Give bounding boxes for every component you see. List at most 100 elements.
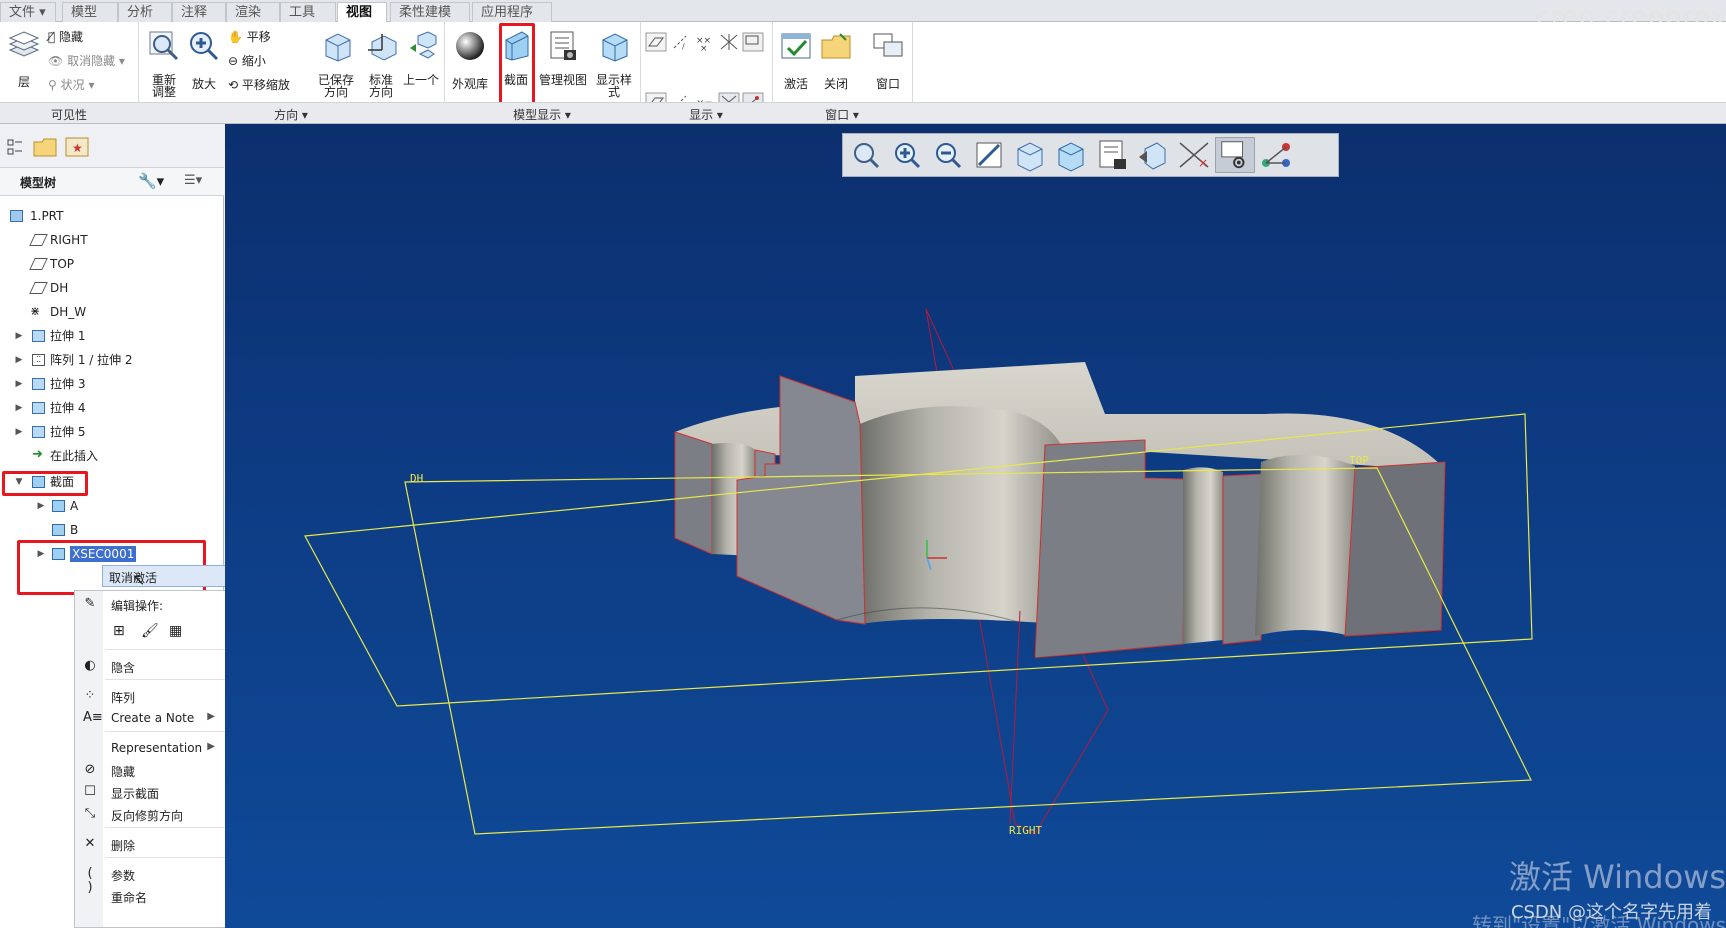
ribbon: 层 👁̸ 隐藏 👁 取消隐藏 ▾ ⚲ 状况 ▾ 重新 调整 放大 ✋ 平移 ⊖ … [0,22,1726,112]
menu-hide[interactable]: 隐藏 [111,763,135,780]
saved-orientation-button[interactable]: 已保存 方向 [314,28,358,99]
expand-arrow-icon[interactable]: ▶ [14,325,24,347]
activate-window-button[interactable]: 激活 [778,28,814,98]
appearance-sphere-icon [456,32,484,60]
csys-display-icon[interactable] [718,32,740,52]
tab-model[interactable]: 模型 [62,2,118,22]
layer-button[interactable]: 层 [4,28,44,98]
tree-row-top[interactable]: TOP [0,253,224,275]
tree-row-dh[interactable]: DH [0,277,224,299]
tab-flexible-modeling[interactable]: 柔性建模 [390,2,470,22]
expand-arrow-icon[interactable]: ▶ [14,421,24,443]
menu-suppress[interactable]: 隐含 [111,659,135,676]
model-tree-tab-icon[interactable] [6,138,24,156]
plane-display-icon[interactable] [645,32,667,52]
tree-row-extrude-4[interactable]: ▶ 拉伸 4 [0,397,224,419]
tree-row-insert-here[interactable]: ➜ 在此插入 [0,445,224,467]
tree-columns-icon[interactable]: ☰▾ [184,173,202,188]
menu-create-note[interactable]: Create a Note ▶ [111,711,221,725]
standard-orientation-button[interactable]: 标准 方向 [362,28,400,99]
annotation-display-icon[interactable] [1215,137,1255,173]
tree-row-section-a[interactable]: ▶ A [0,495,224,517]
refit-button[interactable]: 重新 调整 [144,28,184,99]
tab-render[interactable]: 渲染 [226,2,280,22]
graphics-viewport[interactable]: DH TOP RIGHT × 激活 Windows CSDN @这个名字先用着 … [225,124,1726,928]
previous-view-button[interactable]: 上一个 [402,28,440,98]
tab-view[interactable]: 视图 [337,2,387,23]
pan-hand-icon: ✋ [228,30,243,44]
tree-row-right[interactable]: RIGHT [0,229,224,251]
tree-row-extrude-3[interactable]: ▶ 拉伸 3 [0,373,224,395]
standard-orientation-icon [368,34,397,61]
deactivate-item-row[interactable]: 取消激活 [102,565,226,587]
refit-icon[interactable] [846,137,886,173]
folder-browser-tab-icon[interactable] [32,136,58,158]
tree-row-section-b[interactable]: B [0,519,224,541]
top-plane-label[interactable]: TOP [1349,454,1369,467]
display-style-icon[interactable] [1051,137,1091,173]
menu-pattern[interactable]: 阵列 [111,689,135,706]
tree-settings-icon[interactable]: 🔧▾ [138,172,164,190]
group-window[interactable]: 窗口 ▾ [772,106,912,123]
zoom-out-button[interactable]: ⊖ 缩小 [228,52,266,69]
annotation-display-icon[interactable] [742,32,764,52]
appearance-gallery-button[interactable]: 外观库 [448,28,492,98]
zoom-out-icon[interactable] [928,137,968,173]
hide-button[interactable]: 👁̸ 隐藏 [48,28,83,45]
zoom-in-icon[interactable] [887,137,927,173]
point-display-icon[interactable]: ××× [694,32,716,52]
group-visibility[interactable]: 可见性 [0,106,138,123]
spin-center-icon[interactable] [1256,137,1296,173]
perspective-view-icon[interactable] [1133,137,1173,173]
manage-views-button[interactable]: 管理视图 [536,28,590,98]
menu-delete[interactable]: 删除 [111,837,135,854]
expand-arrow-icon[interactable]: ▶ [14,349,24,371]
datum-display-icon[interactable]: × [1174,137,1214,173]
pan-zoom-button[interactable]: ⟲ 平移缩放 [228,76,290,93]
tab-applications[interactable]: 应用程序 [472,2,552,22]
group-model-display[interactable]: 模型显示 ▾ [444,106,640,123]
tree-row-dh-w[interactable]: ⋇ DH_W [0,301,224,323]
tab-annotate[interactable]: 注释 [172,2,226,22]
zoom-in-button[interactable]: 放大 [186,28,222,98]
unhide-button[interactable]: 👁 取消隐藏 ▾ [48,52,125,69]
expand-arrow-icon[interactable]: ▶ [36,495,46,517]
edit-definition-icon[interactable]: ⊞ [113,623,125,639]
note-icon: A≡ [83,710,103,725]
edit-hatch-icon[interactable]: ▦ [169,623,182,639]
view-manager-icon[interactable] [1092,137,1132,173]
datum-plane-icon [29,234,48,246]
repaint-icon[interactable] [969,137,1009,173]
axis-display-icon[interactable]: / [670,32,692,52]
menu-show-section[interactable]: 显示截面 [111,785,159,802]
edit-appearance-icon[interactable]: 🖌 [141,623,159,639]
close-window-button[interactable]: 关闭 [818,28,854,98]
dh-plane-label[interactable]: DH [410,472,423,485]
group-orientation[interactable]: 方向 ▾ [138,106,444,123]
display-style-button[interactable]: 显示样 式 [592,28,636,99]
menu-parameters[interactable]: 参数 [111,867,135,884]
layers-icon [8,31,40,57]
pan-button[interactable]: ✋ 平移 [228,28,271,45]
saved-orientations-icon[interactable] [1010,137,1050,173]
expand-arrow-icon[interactable]: ▶ [14,373,24,395]
activate-check-icon [781,33,811,59]
section-icon [52,524,65,536]
tree-row-extrude-1[interactable]: ▶ 拉伸 1 [0,325,224,347]
tab-tools[interactable]: 工具 [280,2,336,22]
expand-arrow-icon[interactable]: ▶ [14,397,24,419]
menu-rename[interactable]: 重命名 [111,889,147,906]
menu-flip-clip[interactable]: 反向修剪方向 [111,807,183,824]
tab-file[interactable]: 文件 ▾ [0,2,56,22]
tree-row-pattern-1[interactable]: ▶ ⁚⁚ 阵列 1 / 拉伸 2 [0,349,224,371]
menu-representation[interactable]: Representation ▶ [111,741,221,755]
window-button[interactable]: 窗口 [868,28,908,98]
group-show[interactable]: 显示 ▾ [640,106,772,123]
tree-row-part[interactable]: 1.PRT [0,205,224,227]
menu-edit-operations[interactable]: 编辑操作: [111,597,163,614]
tree-row-extrude-5[interactable]: ▶ 拉伸 5 [0,421,224,443]
right-plane-label[interactable]: RIGHT [1009,824,1042,837]
status-button[interactable]: ⚲ 状况 ▾ [48,76,94,93]
tab-analysis[interactable]: 分析 [118,2,172,22]
favorites-tab-icon[interactable]: ★ [64,136,90,158]
